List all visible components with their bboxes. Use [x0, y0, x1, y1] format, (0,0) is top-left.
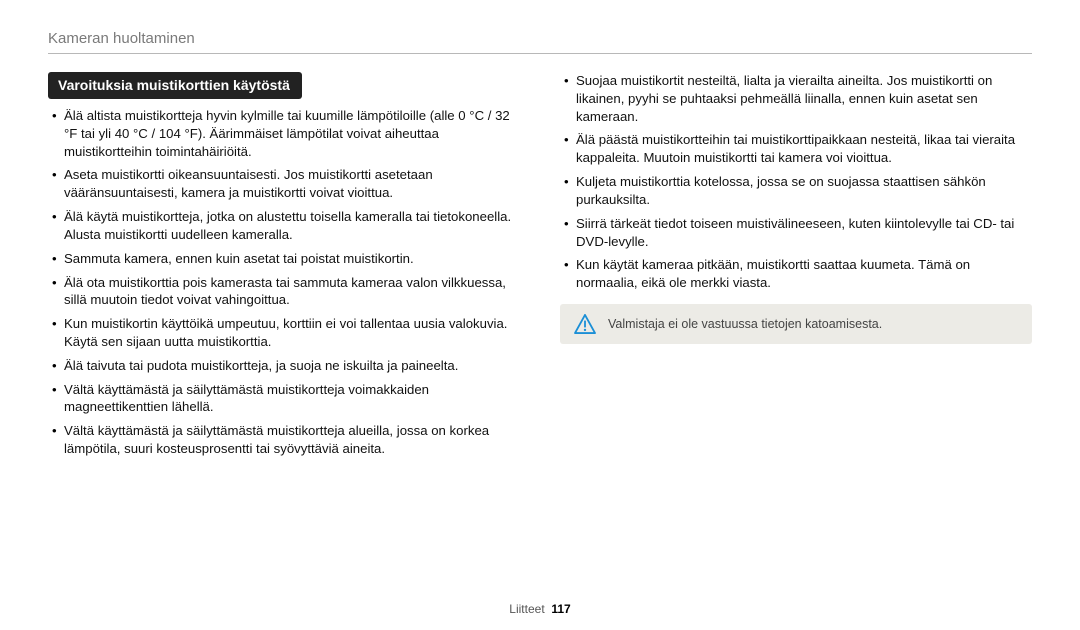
- page-footer: Liitteet 117: [48, 592, 1032, 630]
- breadcrumb: Kameran huoltaminen: [48, 30, 1032, 54]
- list-item: Älä altista muistikortteja hyvin kylmill…: [52, 107, 520, 160]
- section-title: Varoituksia muistikorttien käytöstä: [48, 72, 302, 99]
- list-item: Älä käytä muistikortteja, jotka on alust…: [52, 208, 520, 244]
- list-item: Sammuta kamera, ennen kuin asetat tai po…: [52, 250, 520, 268]
- list-item: Kun muistikortin käyttöikä umpeutuu, kor…: [52, 315, 520, 351]
- list-item: Vältä käyttämästä ja säilyttämästä muist…: [52, 381, 520, 417]
- content-columns: Varoituksia muistikorttien käytöstä Älä …: [48, 72, 1032, 592]
- list-item: Suojaa muistikortit nesteiltä, lialta ja…: [564, 72, 1032, 125]
- warning-note: Valmistaja ei ole vastuussa tietojen kat…: [560, 304, 1032, 344]
- list-item: Älä taivuta tai pudota muistikortteja, j…: [52, 357, 520, 375]
- warning-note-text: Valmistaja ei ole vastuussa tietojen kat…: [608, 317, 882, 331]
- list-item: Aseta muistikortti oikeansuuntaisesti. J…: [52, 166, 520, 202]
- list-item: Älä päästä muistikortteihin tai muistiko…: [564, 131, 1032, 167]
- footer-section: Liitteet: [509, 602, 544, 616]
- list-item: Siirrä tärkeät tiedot toiseen muistiväli…: [564, 215, 1032, 251]
- list-item: Älä ota muistikorttia pois kamerasta tai…: [52, 274, 520, 310]
- left-bullet-list: Älä altista muistikortteja hyvin kylmill…: [48, 107, 520, 458]
- warning-triangle-icon: [574, 314, 596, 334]
- footer-page-number: 117: [551, 602, 570, 616]
- right-column: Suojaa muistikortit nesteiltä, lialta ja…: [560, 72, 1032, 592]
- list-item: Kuljeta muistikorttia kotelossa, jossa s…: [564, 173, 1032, 209]
- right-bullet-list: Suojaa muistikortit nesteiltä, lialta ja…: [560, 72, 1032, 292]
- list-item: Kun käytät kameraa pitkään, muistikortti…: [564, 256, 1032, 292]
- left-column: Varoituksia muistikorttien käytöstä Älä …: [48, 72, 520, 592]
- list-item: Vältä käyttämästä ja säilyttämästä muist…: [52, 422, 520, 458]
